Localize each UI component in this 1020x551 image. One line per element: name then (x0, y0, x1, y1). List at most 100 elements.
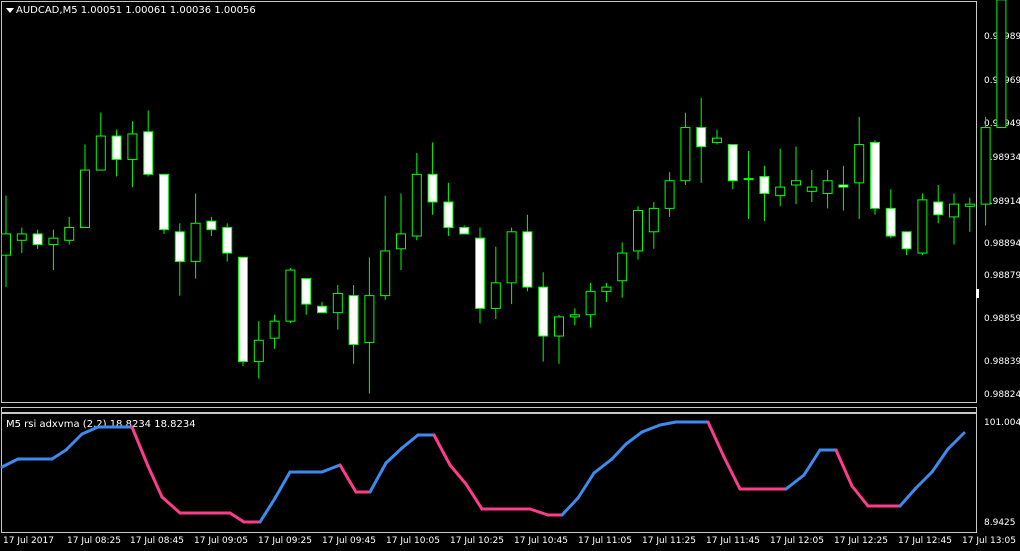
candle-body (301, 278, 312, 305)
indicator-segment (624, 430, 644, 446)
candle (380, 195, 391, 300)
indicator-segment (914, 470, 934, 490)
candle-body (901, 231, 912, 250)
candle (253, 321, 264, 379)
candle (949, 193, 959, 245)
candle (743, 150, 754, 220)
candle (664, 172, 675, 217)
candle-body (427, 173, 438, 203)
candle-body (269, 320, 280, 339)
candle-body (822, 180, 833, 194)
candle (475, 227, 485, 324)
candle (174, 223, 185, 296)
indicator-segment (706, 420, 726, 459)
indicator-segment (802, 448, 822, 477)
candle-body (885, 207, 896, 237)
candle (32, 229, 43, 249)
indicator-segment (640, 423, 662, 434)
price-chart (0, 0, 1007, 524)
indicator-segment (576, 471, 596, 500)
candle (680, 112, 691, 185)
indicator-segment (464, 482, 484, 511)
candle (127, 121, 138, 188)
candle (727, 144, 738, 190)
candle (538, 272, 549, 362)
candle (569, 308, 580, 326)
indicator-segment (448, 463, 468, 486)
candle-body (80, 169, 90, 229)
candle (443, 182, 454, 237)
candle-body (743, 178, 754, 181)
candle-body (554, 316, 564, 337)
candle (364, 257, 375, 394)
indicator-segment (850, 484, 870, 508)
candle (996, 0, 1007, 129)
indicator-segment (160, 495, 182, 515)
indicator-segment (898, 486, 918, 508)
candle-body (712, 137, 722, 143)
candle-body (759, 175, 770, 194)
candle-body (32, 233, 43, 246)
candle (633, 206, 643, 260)
candle (933, 184, 944, 224)
candle (80, 144, 90, 229)
candle-body (127, 133, 138, 160)
candle (759, 165, 770, 222)
candle (854, 116, 865, 220)
candle-body (949, 203, 959, 218)
candle (317, 302, 327, 314)
indicator-segment (722, 455, 742, 491)
indicator-segment (258, 498, 276, 524)
candle-body (522, 231, 533, 288)
candle-body (222, 227, 233, 254)
candle (64, 216, 75, 245)
indicator-segment (528, 507, 550, 517)
candle (332, 284, 343, 330)
candle-body (964, 203, 975, 207)
candle (427, 142, 438, 215)
candle-body (664, 180, 675, 209)
candle-body (475, 237, 485, 309)
indicator-segment (64, 432, 84, 452)
candle-body (601, 286, 612, 292)
candle (459, 225, 470, 235)
indicator-segment (946, 431, 966, 451)
candle (269, 314, 280, 349)
candle (775, 148, 786, 207)
indicator-segment (432, 433, 452, 467)
candle (870, 140, 880, 215)
candle-body (791, 180, 801, 186)
candle (16, 227, 27, 254)
candle (980, 116, 991, 226)
candle-body (506, 231, 517, 284)
candle-body (854, 144, 865, 184)
candle-body (285, 269, 296, 322)
candle-body (332, 292, 343, 314)
candle-body (443, 201, 454, 229)
candle (917, 193, 928, 256)
candle (506, 227, 517, 305)
candle-body (459, 227, 470, 235)
candle (1, 195, 11, 288)
candle-body (396, 233, 406, 250)
candle-body (253, 339, 264, 363)
indicator-segment (658, 420, 678, 427)
candle-body (696, 127, 707, 148)
candle (554, 314, 564, 364)
candle-body (838, 184, 849, 188)
candle-body (95, 135, 106, 171)
candle (791, 146, 801, 205)
candle-body (775, 186, 786, 197)
indicator-segment (228, 511, 246, 524)
candle-body (490, 282, 501, 309)
candle-body (174, 231, 185, 263)
candle-body (348, 295, 359, 346)
candle (285, 267, 296, 324)
candle-body (633, 210, 643, 252)
candle-body (569, 314, 580, 318)
indicator-segment (80, 425, 100, 436)
indicator-segment (50, 448, 68, 461)
candle-body (648, 207, 659, 233)
indicator-segment (0, 457, 20, 469)
candle (348, 284, 359, 364)
